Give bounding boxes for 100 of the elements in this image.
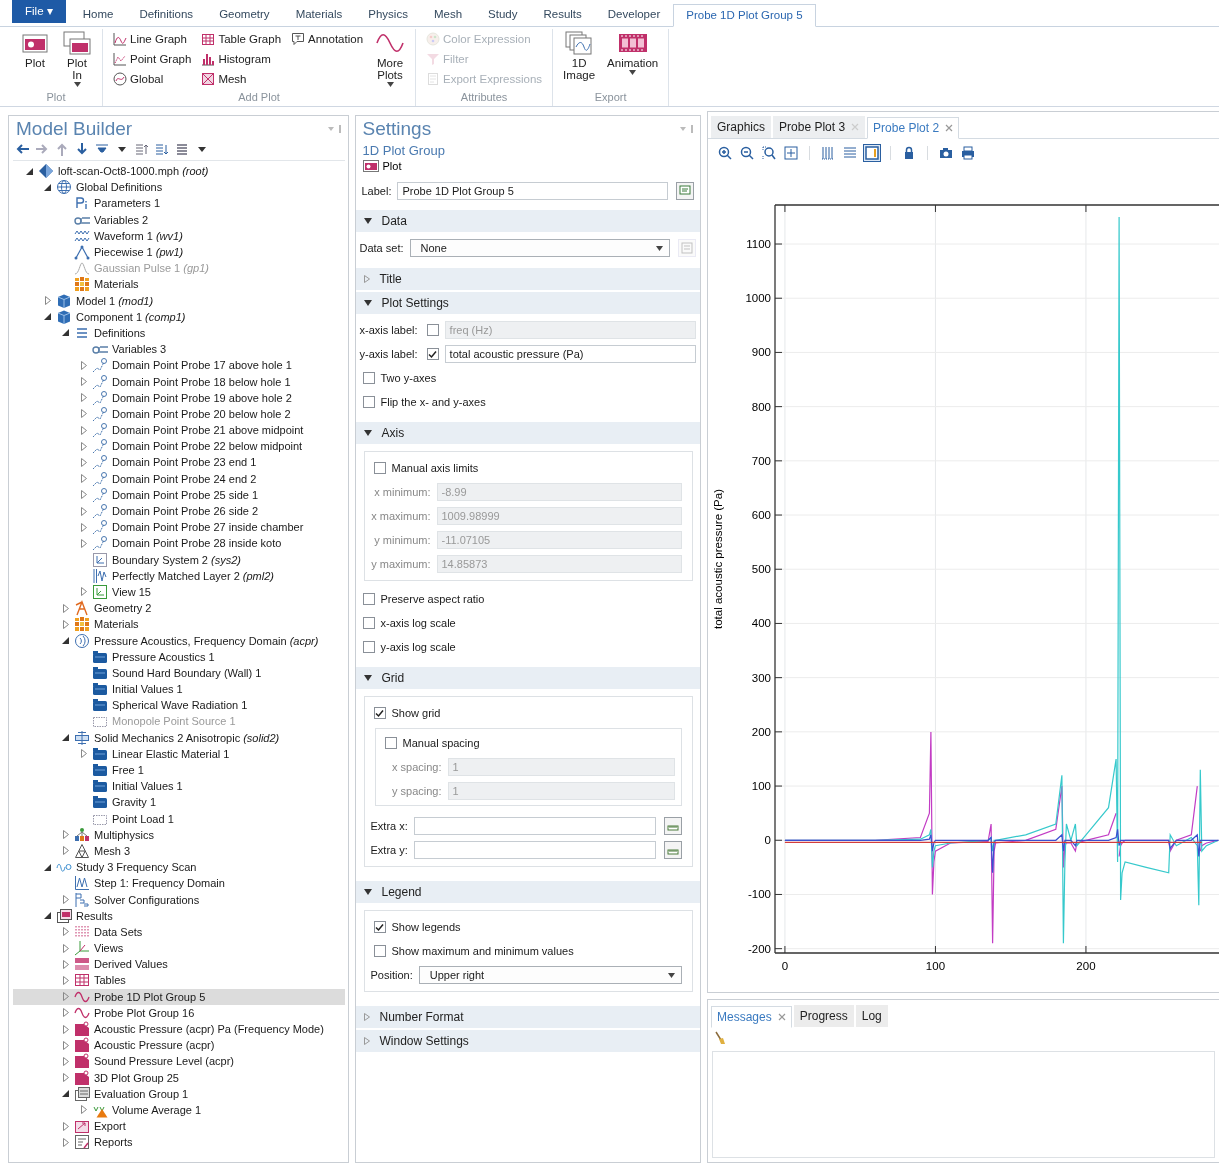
ribbon-button[interactable]: Table Graph xyxy=(199,29,284,49)
tree-item[interactable]: Mesh 3 xyxy=(94,844,131,857)
section-header[interactable]: Legend xyxy=(355,881,700,903)
tree-item[interactable]: Study 3 Frequency Scan xyxy=(76,861,197,874)
ribbon-tab[interactable]: Materials xyxy=(282,3,356,26)
tree-item[interactable]: Data Sets xyxy=(94,925,143,938)
tree-item[interactable]: Sound Pressure Level (acpr) xyxy=(94,1055,234,1068)
tree-item[interactable]: Global Definitions xyxy=(76,181,163,194)
tree-item[interactable]: Piecewise 1 (pw1) xyxy=(94,246,184,259)
tree-item[interactable]: Acoustic Pressure (acpr) Pa (Frequency Mode) xyxy=(94,1023,324,1036)
tree-item[interactable]: Reports xyxy=(94,1136,133,1149)
ribbon-tab[interactable]: Physics xyxy=(355,3,421,26)
ribbon-button[interactable]: More Plots xyxy=(373,29,408,88)
section-header[interactable]: Grid xyxy=(355,667,700,689)
tree-item[interactable]: Tables xyxy=(94,974,126,987)
plot-button[interactable]: Plot xyxy=(355,158,700,174)
tree-item[interactable]: Geometry 2 xyxy=(94,602,152,615)
section-header[interactable]: Axis xyxy=(355,422,700,444)
tree-item[interactable]: Parameters 1 xyxy=(94,197,161,210)
ribbon-button[interactable]: Mesh xyxy=(199,69,284,89)
tree-item[interactable]: Variables 3 xyxy=(112,343,167,356)
section-header[interactable]: Number Format xyxy=(355,1006,700,1028)
ribbon-button[interactable]: Animation xyxy=(605,29,661,76)
tree-item[interactable]: Solver Configurations xyxy=(94,893,200,906)
tree-item[interactable]: Point Load 1 xyxy=(112,812,174,825)
tree-item[interactable]: Boundary System 2 (sys2) xyxy=(112,553,241,566)
tree-item[interactable]: Volume Average 1 xyxy=(112,1103,202,1116)
ribbon-button[interactable]: 1D Image xyxy=(561,29,598,82)
section-header[interactable]: Data xyxy=(355,210,700,232)
tree-item[interactable]: Domain Point Probe 22 below midpoint xyxy=(112,440,303,453)
ribbon-button[interactable]: Plot xyxy=(18,29,52,70)
ribbon-tab[interactable]: Probe 1D Plot Group 5 xyxy=(673,4,816,27)
tree-item[interactable]: Domain Point Probe 25 side 1 xyxy=(112,488,259,501)
tree-item[interactable]: Solid Mechanics 2 Anisotropic (solid2) xyxy=(94,731,280,744)
window-tab[interactable]: Probe Plot 2 xyxy=(867,117,960,139)
tree-item[interactable]: Free 1 xyxy=(112,764,144,777)
ribbon-tab[interactable]: Definitions xyxy=(126,3,207,26)
tree-item[interactable]: Domain Point Probe 27 inside chamber xyxy=(112,521,304,534)
tree-item[interactable]: Pressure Acoustics, Frequency Domain (acpr) xyxy=(94,634,319,647)
section-header[interactable]: Window Settings xyxy=(355,1030,700,1052)
ribbon-button[interactable]: Annotation xyxy=(289,29,366,49)
ribbon-button[interactable]: Histogram xyxy=(199,49,284,69)
tree-item[interactable]: Gravity 1 xyxy=(112,796,156,809)
window-tab[interactable]: Graphics xyxy=(711,116,772,138)
tree-item[interactable]: Materials xyxy=(94,278,139,291)
ribbon-tab[interactable]: Study xyxy=(475,3,531,26)
tree-item[interactable]: Domain Point Probe 21 above midpoint xyxy=(112,424,304,437)
tree-item[interactable]: Variables 2 xyxy=(94,213,149,226)
tree-item[interactable]: Probe Plot Group 16 xyxy=(94,1006,195,1019)
ribbon-tab[interactable]: Home xyxy=(69,3,127,26)
tree-item[interactable]: Initial Values 1 xyxy=(112,683,183,696)
window-tab[interactable]: Log xyxy=(855,1005,888,1027)
window-tab[interactable]: Probe Plot 3 xyxy=(773,116,866,138)
window-tab[interactable]: Progress xyxy=(793,1005,854,1027)
tree-item[interactable]: Domain Point Probe 26 side 2 xyxy=(112,505,259,518)
text-field[interactable]: total acoustic pressure (Pa) xyxy=(444,345,696,363)
ribbon-tab[interactable]: File ▾ xyxy=(12,0,66,23)
tree-item[interactable]: Views xyxy=(94,942,124,955)
tree-item[interactable]: Initial Values 1 xyxy=(112,780,183,793)
ribbon-button[interactable]: Global xyxy=(111,69,194,89)
tree-item[interactable]: Sound Hard Boundary (Wall) 1 xyxy=(112,666,262,679)
ribbon-button[interactable]: Point Graph xyxy=(111,49,194,69)
ribbon-tab[interactable]: Developer xyxy=(594,3,674,26)
tree-item[interactable]: Component 1 (comp1) xyxy=(76,310,186,323)
ribbon-button[interactable]: Line Graph xyxy=(111,29,194,49)
tree-item[interactable]: Linear Elastic Material 1 xyxy=(112,747,230,760)
tree-item[interactable]: Materials xyxy=(94,618,139,631)
tree-item[interactable]: Domain Point Probe 20 below hole 2 xyxy=(112,407,291,420)
tree-item[interactable]: 3D Plot Group 25 xyxy=(94,1071,179,1084)
tree-item[interactable]: View 15 xyxy=(112,585,151,598)
window-tab[interactable]: Messages xyxy=(711,1006,792,1028)
section-header[interactable]: Title xyxy=(355,268,700,290)
tree-item[interactable]: Pressure Acoustics 1 xyxy=(112,650,215,663)
tree-item[interactable]: Domain Point Probe 23 end 1 xyxy=(112,456,257,469)
tree-item[interactable]: Domain Point Probe 18 below hole 1 xyxy=(112,375,291,388)
tree-item[interactable]: Perfectly Matched Layer 2 (pml2) xyxy=(112,569,274,582)
tree-item[interactable]: Spherical Wave Radiation 1 xyxy=(112,699,248,712)
tree-item[interactable]: Domain Point Probe 24 end 2 xyxy=(112,472,257,485)
tree-item[interactable]: Multiphysics xyxy=(94,828,154,841)
tree-item[interactable]: Acoustic Pressure (acpr) xyxy=(94,1039,215,1052)
tree-item[interactable]: Domain Point Probe 17 above hole 1 xyxy=(112,359,292,372)
ribbon-tab[interactable]: Mesh xyxy=(420,3,476,26)
text-field[interactable]: Probe 1D Plot Group 5 xyxy=(397,182,668,200)
tree-item[interactable]: Waveform 1 (wv1) xyxy=(94,229,183,242)
ribbon-tab[interactable]: Results xyxy=(530,3,595,26)
tree-item[interactable]: Definitions xyxy=(94,326,146,339)
tree-item[interactable]: Results xyxy=(76,909,113,922)
field-label: y minimum: xyxy=(373,534,431,546)
tree-item[interactable]: Model 1 (mod1) xyxy=(76,294,154,307)
dropdown[interactable]: Upper right xyxy=(418,966,682,984)
section-header[interactable]: Plot Settings xyxy=(355,292,700,314)
ribbon-button[interactable]: Plot In xyxy=(60,29,94,88)
ribbon-tab[interactable]: Geometry xyxy=(206,3,283,26)
tree-item[interactable]: Domain Point Probe 28 inside koto xyxy=(112,537,282,550)
tree-item[interactable]: Domain Point Probe 19 above hole 2 xyxy=(112,391,292,404)
tree-item[interactable]: loft-scan-Oct8-1000.mph (root) xyxy=(58,165,209,178)
tree-item[interactable]: Evaluation Group 1 xyxy=(94,1087,189,1100)
tree-item[interactable]: Export xyxy=(94,1120,126,1133)
tree-item[interactable]: Step 1: Frequency Domain xyxy=(94,877,225,890)
tree-item[interactable]: Derived Values xyxy=(94,958,168,971)
